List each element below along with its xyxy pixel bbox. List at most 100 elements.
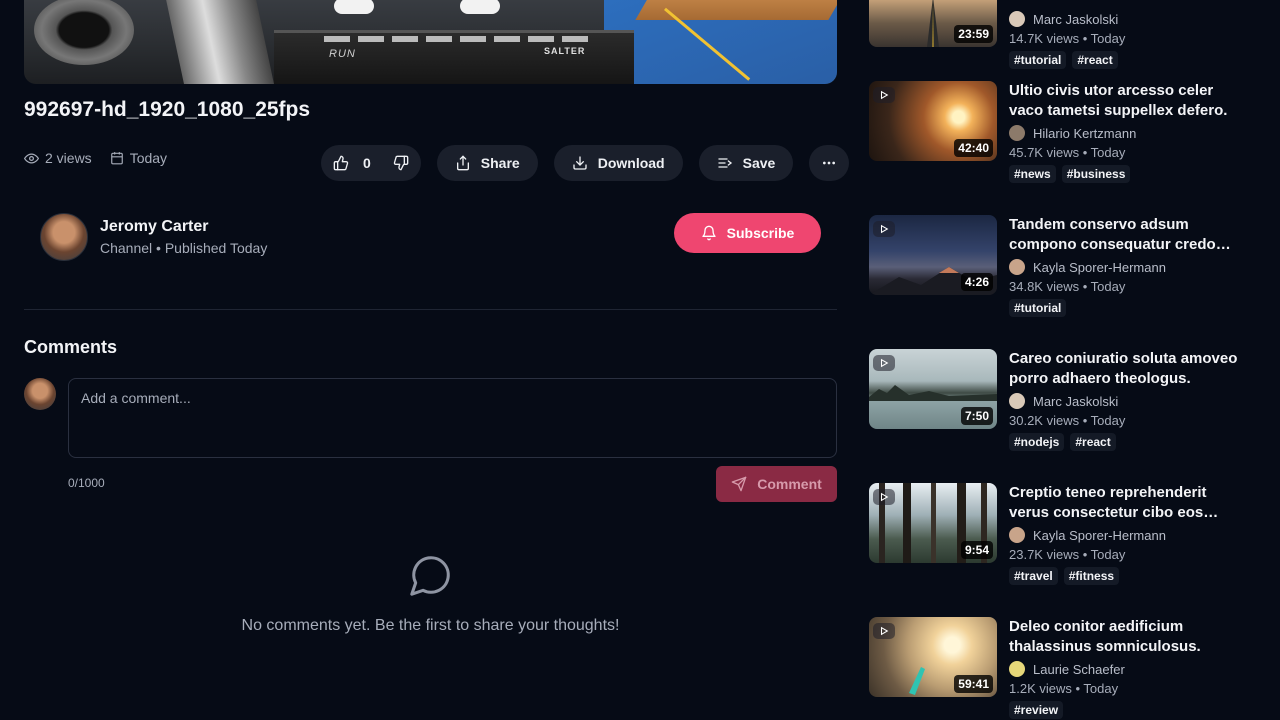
author-name: Kayla Sporer-Hermann (1033, 527, 1166, 543)
message-circle-icon (408, 552, 454, 598)
recommended-video[interactable]: 59:41 Deleo conitor aedificium thalassin… (869, 617, 1259, 720)
video-author: Marc Jaskolski (1009, 393, 1118, 409)
video-duration: 7:50 (960, 407, 993, 425)
subscribe-label: Subscribe (726, 225, 795, 241)
author-avatar (1009, 125, 1025, 141)
current-user-avatar (24, 378, 56, 410)
video-thumbnail[interactable]: 9:54 (869, 483, 997, 563)
video-thumbnail[interactable]: 42:40 (869, 81, 997, 161)
video-title[interactable]: Ultio civis utor arcesso celer vaco tame… (1009, 81, 1249, 121)
playlist-add-icon (717, 155, 733, 171)
video-actions: 0 Share Download Save (321, 145, 850, 181)
video-stats: 14.7K views • Today (1009, 31, 1126, 46)
share-label: Share (480, 155, 520, 171)
video-duration: 4:26 (960, 273, 993, 291)
dislike-button[interactable] (379, 155, 409, 171)
like-button[interactable]: 0 (333, 155, 379, 171)
channel-avatar[interactable] (40, 213, 88, 261)
comment-input[interactable] (68, 378, 837, 458)
like-count: 0 (363, 155, 371, 171)
video-title[interactable]: Tandem conservo adsum compono consequatu… (1009, 215, 1249, 255)
video-tag[interactable]: #tutorial (1009, 299, 1067, 317)
video-stats: 45.7K views • Today (1009, 145, 1126, 160)
video-author: Laurie Schaefer (1009, 661, 1125, 677)
video-tag[interactable]: #react (1070, 433, 1116, 451)
recommended-video[interactable]: 42:40 Ultio civis utor arcesso celer vac… (869, 81, 1259, 201)
recommended-video[interactable]: 23:59 Marc Jaskolski 14.7K views • Today… (869, 0, 1259, 87)
publish-date: Today (129, 150, 168, 166)
author-avatar (1009, 393, 1025, 409)
more-horizontal-icon (821, 155, 837, 171)
save-button[interactable]: Save (698, 145, 794, 181)
video-tags: #nodejs #react (1009, 433, 1116, 451)
video-title[interactable]: Deleo conitor aedificium thalassinus som… (1009, 617, 1249, 657)
download-icon (572, 155, 588, 171)
video-duration: 42:40 (954, 139, 993, 157)
video-tags: #tutorial #react (1009, 51, 1118, 69)
video-tags: #review (1009, 701, 1064, 719)
share-button[interactable]: Share (436, 145, 538, 181)
author-name: Marc Jaskolski (1033, 11, 1119, 27)
comments-title: Comments (24, 337, 118, 357)
share-icon (455, 155, 471, 171)
more-options-button[interactable] (809, 145, 850, 181)
date-meta: Today (110, 150, 167, 166)
recommended-video[interactable]: 7:50 Careo coniuratio soluta amoveo porr… (869, 349, 1259, 469)
video-player[interactable]: RUN SALTER (24, 0, 837, 84)
video-thumbnail[interactable]: 59:41 (869, 617, 997, 697)
video-tag[interactable]: #business (1061, 165, 1131, 183)
play-icon (873, 623, 895, 639)
video-frame-brand-label: SALTER (544, 46, 586, 56)
section-divider (24, 309, 837, 310)
video-tag[interactable]: #tutorial (1009, 51, 1067, 69)
video-duration: 59:41 (954, 675, 993, 693)
author-avatar (1009, 661, 1025, 677)
video-thumbnail[interactable]: 23:59 (869, 0, 997, 47)
views-meta: 2 views (24, 150, 92, 166)
video-tags: #news #business (1009, 165, 1131, 183)
video-frame-deck-slats (324, 36, 594, 42)
author-name: Marc Jaskolski (1033, 393, 1119, 409)
views-count: 2 views (45, 150, 92, 166)
video-stats: 34.8K views • Today (1009, 279, 1126, 294)
video-tags: #travel #fitness (1009, 567, 1120, 585)
author-avatar (1009, 259, 1025, 275)
recommended-video[interactable]: 4:26 Tandem conservo adsum compono conse… (869, 215, 1259, 335)
video-tag[interactable]: #news (1009, 165, 1056, 183)
video-frame-run-label: RUN (329, 48, 356, 60)
video-title: 992697-hd_1920_1080_25fps (24, 98, 311, 121)
author-avatar (1009, 527, 1025, 543)
comment-submit-button[interactable]: Comment (716, 466, 837, 502)
video-frame-shoe (334, 0, 374, 14)
comment-submit-label: Comment (757, 476, 822, 492)
video-duration: 9:54 (960, 541, 993, 559)
video-tag[interactable]: #travel (1009, 567, 1058, 585)
save-label: Save (742, 155, 776, 171)
calendar-icon (110, 151, 124, 165)
video-stats: 23.7K views • Today (1009, 547, 1126, 562)
video-title[interactable]: Careo coniuratio soluta amoveo porro adh… (1009, 349, 1249, 389)
video-thumbnail[interactable]: 7:50 (869, 349, 997, 429)
no-comments-message: No comments yet. Be the first to share y… (241, 617, 620, 634)
comment-char-count: 0/1000 (68, 476, 105, 490)
download-button[interactable]: Download (553, 145, 683, 181)
video-tag[interactable]: #fitness (1063, 567, 1120, 585)
bell-icon (701, 225, 717, 241)
video-tag[interactable]: #nodejs (1009, 433, 1065, 451)
video-tag[interactable]: #react (1072, 51, 1118, 69)
send-icon (731, 476, 747, 492)
video-title[interactable]: Creptio teneo reprehenderit verus consec… (1009, 483, 1249, 523)
channel-name[interactable]: Jeromy Carter (100, 218, 209, 236)
thumbs-up-icon (333, 155, 349, 171)
like-dislike-group: 0 (321, 145, 421, 181)
subscribe-button[interactable]: Subscribe (674, 213, 821, 253)
video-author: Marc Jaskolski (1009, 11, 1118, 27)
video-tag[interactable]: #review (1009, 701, 1064, 719)
video-duration: 23:59 (954, 25, 993, 43)
video-thumbnail[interactable]: 4:26 (869, 215, 997, 295)
video-stats: 30.2K views • Today (1009, 413, 1126, 428)
video-author: Kayla Sporer-Hermann (1009, 527, 1166, 543)
play-icon (873, 355, 895, 371)
recommended-video[interactable]: 9:54 Creptio teneo reprehenderit verus c… (869, 483, 1259, 603)
play-icon (873, 221, 895, 237)
